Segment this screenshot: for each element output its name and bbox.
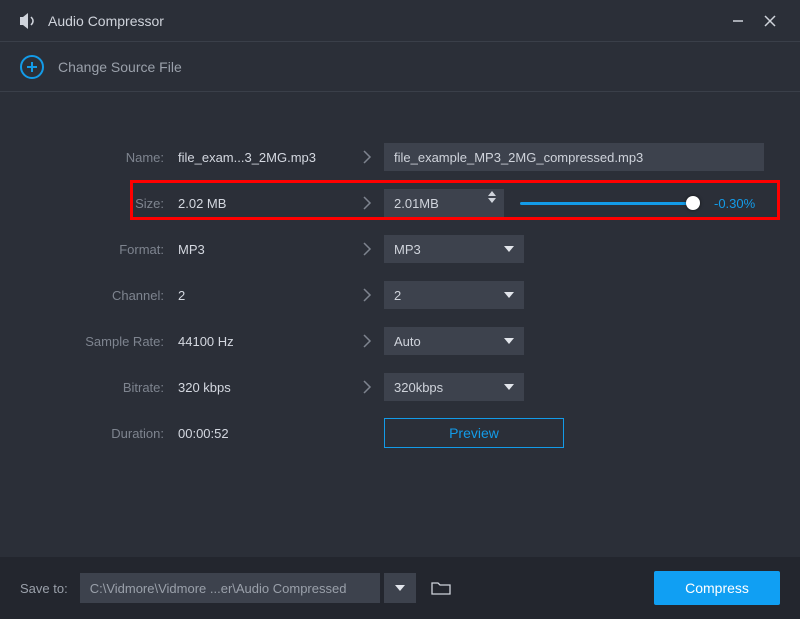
samplerate-label: Sample Rate: — [0, 334, 178, 349]
save-to-label: Save to: — [20, 581, 68, 596]
duration-label: Duration: — [0, 426, 178, 441]
arrow-icon — [350, 333, 384, 349]
bitrate-label: Bitrate: — [0, 380, 178, 395]
size-spin-up[interactable] — [488, 191, 496, 196]
chevron-down-icon — [395, 585, 405, 591]
app-icon — [18, 11, 38, 31]
name-label: Name: — [0, 150, 178, 165]
row-duration: Duration: 00:00:52 Preview — [0, 410, 772, 456]
minimize-button[interactable] — [722, 5, 754, 37]
title-bar: Audio Compressor — [0, 0, 800, 42]
channel-selected: 2 — [394, 288, 401, 303]
name-original: file_exam...3_2MG.mp3 — [178, 150, 350, 165]
open-folder-button[interactable] — [426, 573, 456, 603]
settings-form: Name: file_exam...3_2MG.mp3 file_example… — [0, 92, 800, 456]
app-title: Audio Compressor — [48, 13, 722, 29]
arrow-icon — [350, 379, 384, 395]
chevron-down-icon — [504, 384, 514, 390]
size-target-input[interactable]: 2.01MB — [384, 189, 504, 217]
format-selected: MP3 — [394, 242, 421, 257]
channel-original: 2 — [178, 288, 350, 303]
size-original: 2.02 MB — [178, 196, 350, 211]
row-format: Format: MP3 MP3 — [0, 226, 772, 272]
bitrate-selected: 320kbps — [394, 380, 443, 395]
samplerate-selected: Auto — [394, 334, 421, 349]
row-bitrate: Bitrate: 320 kbps 320kbps — [0, 364, 772, 410]
save-path-field[interactable]: C:\Vidmore\Vidmore ...er\Audio Compresse… — [80, 573, 380, 603]
channel-label: Channel: — [0, 288, 178, 303]
chevron-down-icon — [504, 338, 514, 344]
footer-bar: Save to: C:\Vidmore\Vidmore ...er\Audio … — [0, 557, 800, 619]
slider-track — [520, 202, 700, 205]
row-name: Name: file_exam...3_2MG.mp3 file_example… — [0, 134, 772, 180]
row-channel: Channel: 2 2 — [0, 272, 772, 318]
output-name-input[interactable]: file_example_MP3_2MG_compressed.mp3 — [384, 143, 764, 171]
slider-thumb[interactable] — [686, 196, 700, 210]
save-path-dropdown[interactable] — [384, 573, 416, 603]
arrow-icon — [350, 195, 384, 211]
bitrate-original: 320 kbps — [178, 380, 350, 395]
row-samplerate: Sample Rate: 44100 Hz Auto — [0, 318, 772, 364]
size-spin-down[interactable] — [488, 198, 496, 203]
compress-button[interactable]: Compress — [654, 571, 780, 605]
format-label: Format: — [0, 242, 178, 257]
row-size: Size: 2.02 MB 2.01MB -0.30% — [0, 180, 772, 226]
close-button[interactable] — [754, 5, 786, 37]
add-icon[interactable] — [20, 55, 44, 79]
preview-button[interactable]: Preview — [384, 418, 564, 448]
chevron-down-icon — [504, 292, 514, 298]
duration-value: 00:00:52 — [178, 426, 350, 441]
chevron-down-icon — [504, 246, 514, 252]
channel-dropdown[interactable]: 2 — [384, 281, 524, 309]
bitrate-dropdown[interactable]: 320kbps — [384, 373, 524, 401]
size-delta: -0.30% — [714, 196, 755, 211]
change-source-button[interactable]: Change Source File — [58, 59, 182, 75]
arrow-icon — [350, 149, 384, 165]
size-label: Size: — [0, 196, 178, 211]
size-slider[interactable] — [520, 193, 700, 213]
change-source-row: Change Source File — [0, 42, 800, 92]
samplerate-dropdown[interactable]: Auto — [384, 327, 524, 355]
arrow-icon — [350, 287, 384, 303]
arrow-icon — [350, 241, 384, 257]
format-dropdown[interactable]: MP3 — [384, 235, 524, 263]
samplerate-original: 44100 Hz — [178, 334, 350, 349]
size-target-value: 2.01MB — [394, 196, 439, 211]
format-original: MP3 — [178, 242, 350, 257]
